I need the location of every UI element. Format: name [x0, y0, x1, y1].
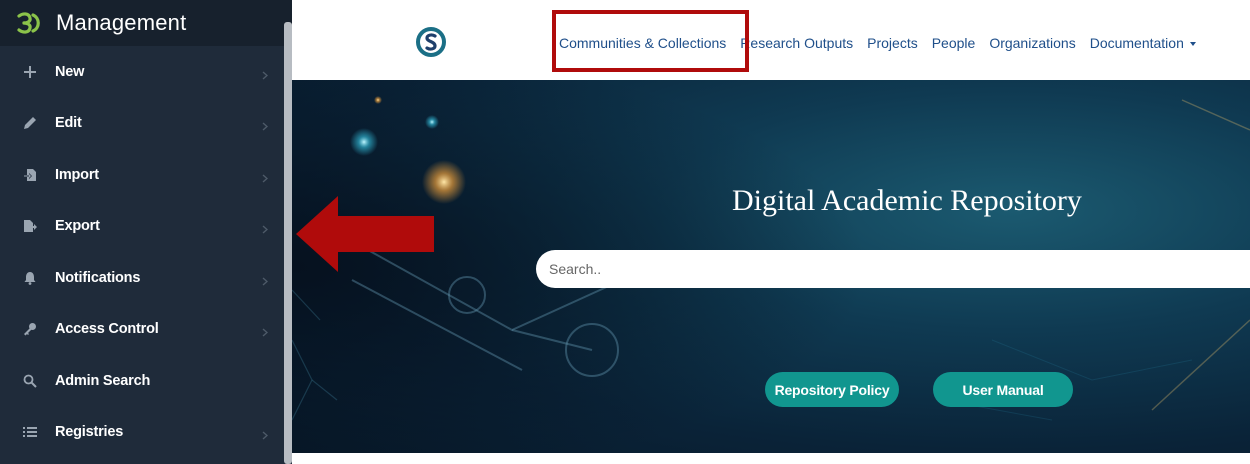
plus-icon: [22, 64, 38, 80]
caret-down-icon: [1189, 42, 1196, 47]
top-navbar: Communities & Collections Research Outpu…: [292, 0, 1250, 80]
sidebar-item-label: New: [55, 63, 85, 80]
sidebar-item-access-control[interactable]: Access Control: [0, 304, 284, 356]
nav-documentation-label: Documentation: [1089, 35, 1184, 51]
chevron-right-icon: [262, 118, 270, 131]
key-icon: [22, 321, 38, 337]
chevron-right-icon: [262, 170, 270, 183]
search-input[interactable]: [536, 250, 1250, 288]
sidebar-item-new[interactable]: New: [0, 46, 284, 98]
chevron-right-icon: [262, 324, 270, 337]
chevron-right-icon: [262, 273, 270, 286]
chevron-right-icon: [262, 221, 270, 234]
red-arrow-annotation-icon: [296, 196, 434, 272]
sidebar-item-label: Edit: [55, 115, 82, 132]
sidebar-item-label: Notifications: [55, 269, 141, 286]
list-icon: [22, 424, 38, 440]
sidebar-item-label: Access Control: [55, 321, 159, 338]
sidebar-item-label: Registries: [55, 424, 124, 441]
chevron-right-icon: [262, 67, 270, 80]
repository-policy-button[interactable]: Repository Policy: [765, 372, 899, 407]
sidebar-item-admin-search[interactable]: Admin Search: [0, 355, 284, 407]
user-manual-button[interactable]: User Manual: [933, 372, 1073, 407]
sidebar-scrollbar[interactable]: [284, 22, 292, 464]
site-logo-icon[interactable]: [415, 26, 447, 58]
export-icon: [22, 218, 38, 234]
nav-research-outputs[interactable]: Research Outputs: [740, 35, 853, 51]
sidebar-item-label: Export: [55, 218, 100, 235]
nav-projects[interactable]: Projects: [867, 35, 918, 51]
sidebar-header: Management: [0, 0, 292, 46]
sidebar-item-edit[interactable]: Edit: [0, 98, 284, 150]
sidebar-item-notifications[interactable]: Notifications: [0, 252, 284, 304]
chevron-right-icon: [262, 427, 270, 440]
pencil-icon: [22, 115, 38, 131]
nav-organizations[interactable]: Organizations: [989, 35, 1075, 51]
nav-documentation-dropdown[interactable]: Documentation: [1090, 35, 1196, 51]
hero-title: Digital Academic Repository: [732, 184, 1082, 217]
bell-icon: [22, 270, 38, 286]
sidebar-item-import[interactable]: Import: [0, 149, 284, 201]
admin-sidebar: Management New Edit Import Export Notifi…: [0, 0, 292, 464]
sidebar-item-label: Import: [55, 166, 99, 183]
sidebar-title: Management: [56, 10, 187, 35]
sidebar-item-registries[interactable]: Registries: [0, 407, 284, 459]
highlight-annotation-box: [552, 10, 749, 72]
import-icon: [22, 167, 38, 183]
dspace-logo-icon: [17, 12, 40, 34]
sidebar-item-export[interactable]: Export: [0, 201, 284, 253]
nav-people[interactable]: People: [932, 35, 976, 51]
sidebar-menu: New Edit Import Export Notifications Acc…: [0, 46, 284, 458]
search-icon: [22, 373, 38, 389]
sidebar-item-label: Admin Search: [55, 372, 151, 389]
